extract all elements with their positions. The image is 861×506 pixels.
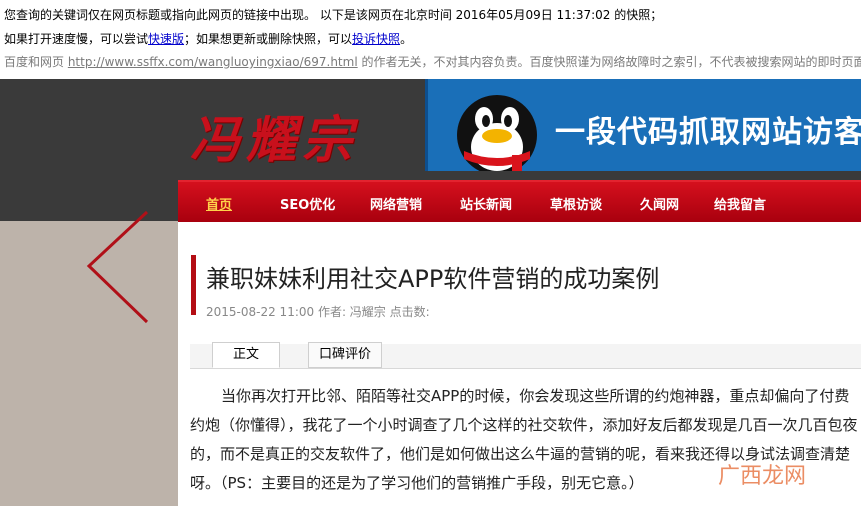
nav-item-jiuwen[interactable]: 久闻网 [640,194,679,213]
disclaimer-suffix: 的作者无关，不对其内容负责。百度快照谨为网络故障时之索引，不代表被搜索网站的即时… [357,55,861,69]
snapshot-options-mid: ；如果想更新或删除快照，可以 [184,32,353,46]
snapshot-disclaimer: 百度和网页 http://www.ssffx.com/wangluoyingxi… [4,53,861,70]
banner-text: 一段代码抓取网站访客 [555,115,861,150]
source-url-link[interactable]: http://www.ssffx.com/wangluoyingxiao/697… [68,55,358,69]
banner-ad[interactable]: 一段代码抓取网站访客 [425,79,861,171]
fast-version-link[interactable]: 快速版 [148,32,184,46]
snapshot-options: 如果打开速度慢，可以尝试快速版；如果想更新或删除快照，可以投诉快照。 [4,30,412,47]
watermark-logo: 广西龙网 [718,464,807,489]
nav-item-home[interactable]: 首页 [206,194,232,213]
nav-item-news[interactable]: 站长新闻 [460,194,512,213]
snapshot-notice: 您查询的关键词仅在网页标题或指向此网页的链接中出现。 以下是该网页在北京时间 2… [4,8,663,22]
nav-item-message[interactable]: 给我留言 [714,194,766,213]
article-meta: 2015-08-22 11:00 作者: 冯耀宗 点击数: [206,305,430,319]
snapshot-options-prefix: 如果打开速度慢，可以尝试 [4,32,149,46]
article-title: 兼职妹妹利用社交APP软件营销的成功案例 [206,265,660,293]
title-accent-bar [191,255,196,315]
tab-content[interactable]: 正文 [212,342,280,368]
nav-item-interviews[interactable]: 草根访谈 [550,194,602,213]
site-logo[interactable]: 冯耀宗 [190,100,358,172]
nav-item-marketing[interactable]: 网络营销 [370,194,422,213]
complain-snapshot-link[interactable]: 投诉快照 [352,32,400,46]
nav-item-seo[interactable]: SEO优化 [280,194,335,213]
main-nav: 首页 SEO优化 网络营销 站长新闻 草根访谈 久闻网 给我留言 [178,180,861,222]
tab-reviews[interactable]: 口碑评价 [308,342,382,368]
article-tabs: 正文 口碑评价 [190,342,861,369]
snapshot-header: 您查询的关键词仅在网页标题或指向此网页的链接中出现。 以下是该网页在北京时间 2… [0,0,861,80]
disclaimer-prefix: 百度和网页 [4,55,68,69]
prev-arrow-icon[interactable] [85,208,151,326]
snapshot-options-suffix: 。 [400,32,413,46]
penguin-icon [457,95,537,171]
